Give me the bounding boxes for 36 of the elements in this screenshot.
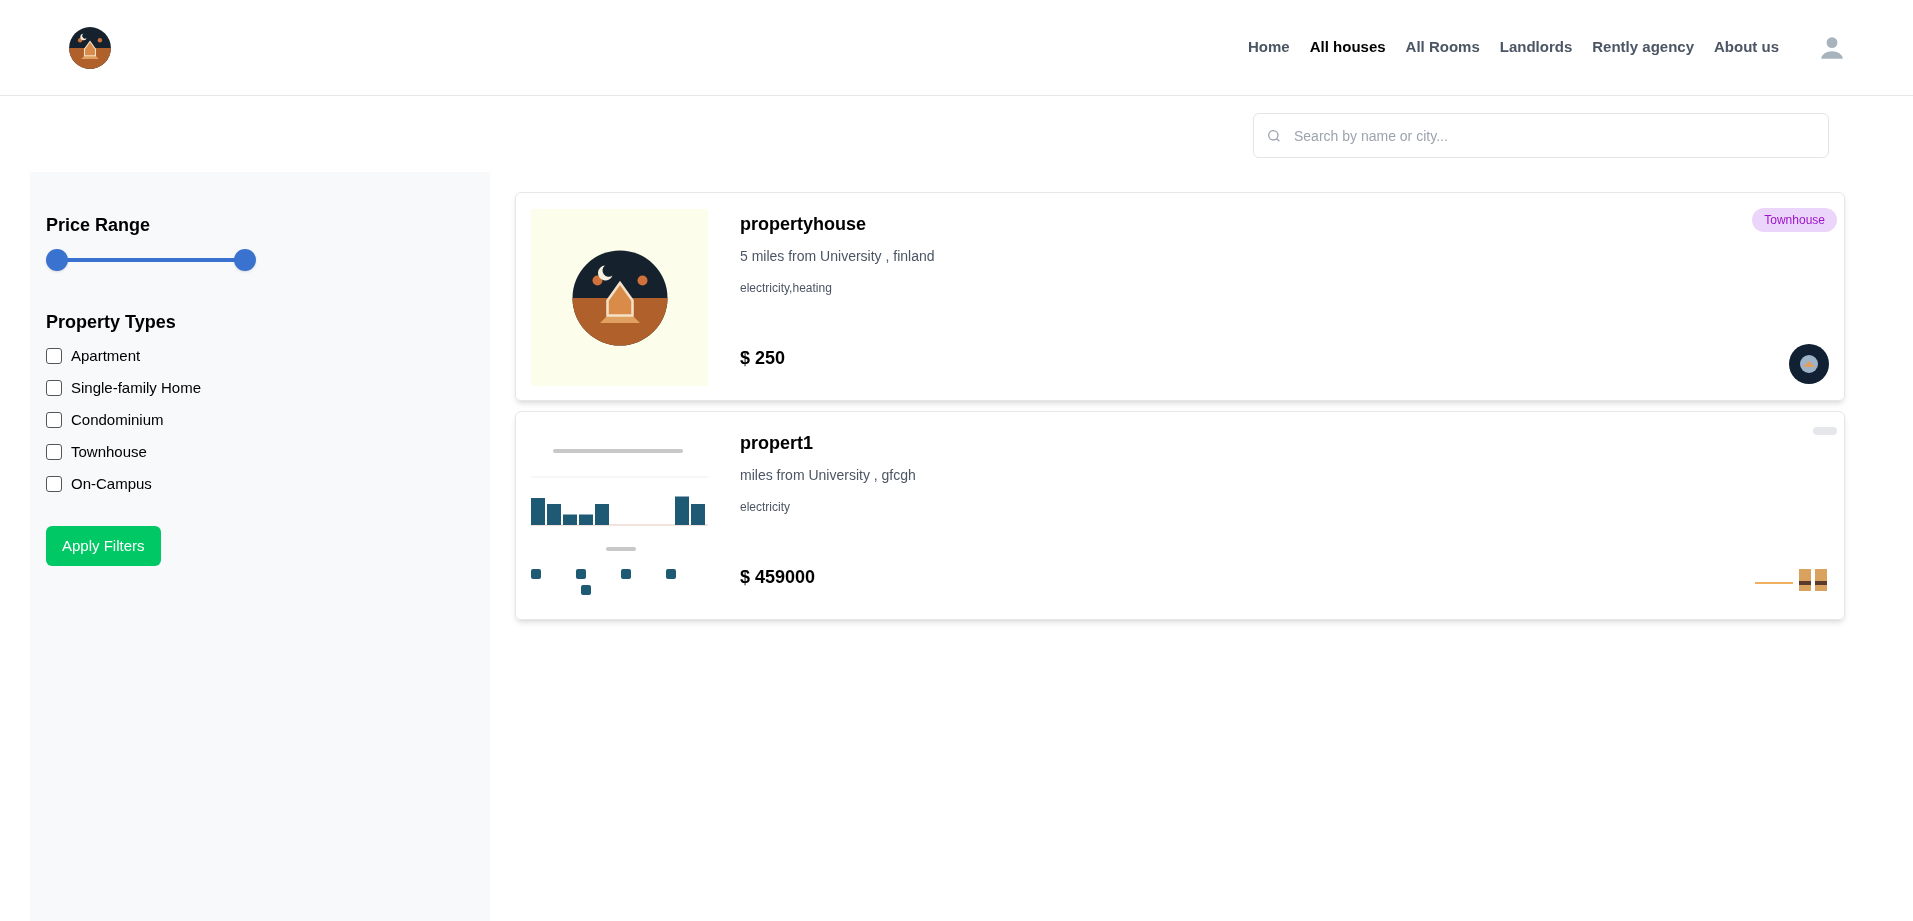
nav-link[interactable]: All Rooms (1405, 36, 1480, 59)
section-title: Property Types (46, 311, 177, 334)
price-slider[interactable] (46, 249, 256, 271)
checkbox[interactable] (46, 444, 62, 460)
listing-price: $ 250 (740, 347, 787, 370)
house-logo-icon (68, 25, 112, 70)
listing-card[interactable]: propert1 miles from University , gfcgh electricity $ 459000 (515, 411, 1845, 620)
nav-link[interactable]: Landlords (1499, 36, 1573, 59)
section-title: Price Range (46, 214, 152, 237)
listing-location: 5 miles from University , finland (740, 247, 936, 266)
checkbox-label: Condominium (71, 409, 164, 430)
listing-title: propert1 (740, 432, 814, 455)
checkbox[interactable] (46, 380, 62, 396)
listing-title: propertyhouse (740, 213, 868, 236)
nav-link[interactable]: Home (1248, 36, 1290, 59)
slider-thumb[interactable] (46, 249, 68, 271)
search-icon (1266, 128, 1282, 144)
listing-price: $ 459000 (740, 566, 817, 589)
slider-thumb[interactable] (234, 249, 256, 271)
listing-amenities: electricity,heating (740, 280, 833, 297)
checkbox[interactable] (46, 412, 62, 428)
listing-card[interactable]: propertyhouse 5 miles from University , finland electricity,heating $ 250 Townhouse (515, 192, 1845, 401)
checkbox-label: Apartment (71, 345, 141, 366)
property-type-tag: Townhouse (1752, 208, 1837, 232)
nav-link[interactable]: About us (1714, 36, 1779, 59)
checkbox-label: On-Campus (71, 473, 152, 494)
checkbox[interactable] (46, 348, 62, 364)
owner-avatar (1789, 344, 1829, 384)
search-field[interactable]: Search by name or city... (1253, 113, 1829, 158)
checkbox[interactable] (46, 476, 62, 492)
listing-amenities: electricity (740, 499, 791, 516)
checkbox-label: Townhouse (71, 441, 147, 462)
nav-link[interactable]: Rently agency (1592, 36, 1694, 59)
checkbox-label: Single-family Home (71, 377, 202, 398)
listing-location: miles from University , gfcgh (740, 466, 917, 485)
nav-link[interactable]: All houses (1309, 36, 1386, 59)
